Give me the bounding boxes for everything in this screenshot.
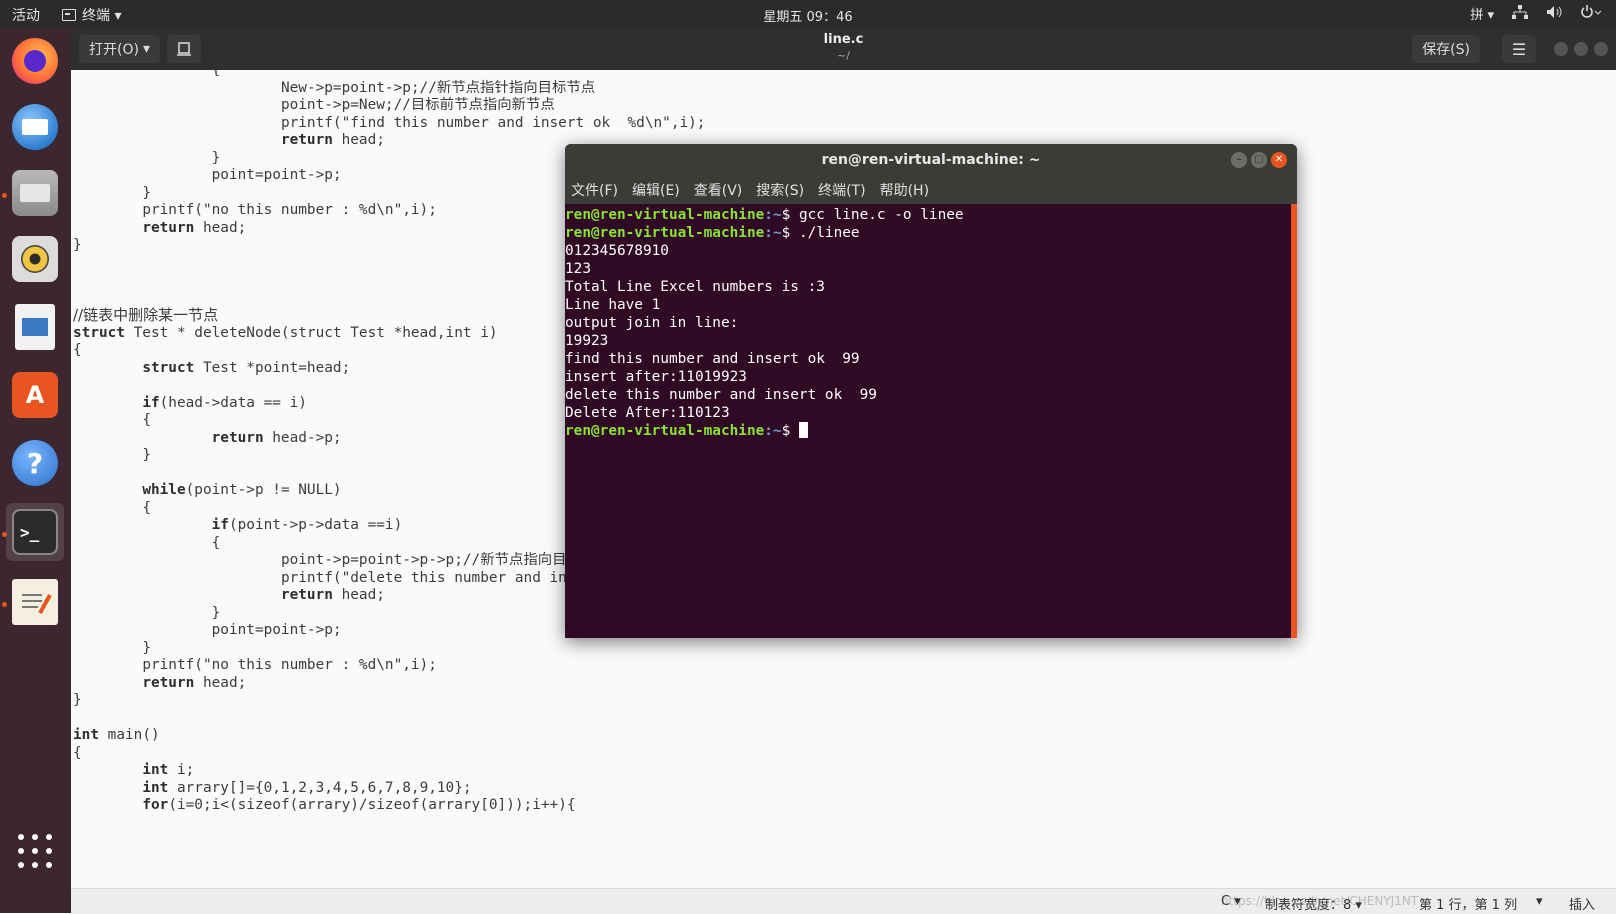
terminal-icon: >_: [12, 509, 58, 555]
terminal-menu-item[interactable]: 查看(V): [694, 180, 743, 200]
terminal-prompt-line: ren@ren-virtual-machine:~$: [565, 422, 1291, 440]
terminal-prompt-line: ren@ren-virtual-machine:~$ ./linee: [565, 225, 860, 241]
terminal-output-line: Delete After:110123: [565, 405, 730, 421]
minimize-button[interactable]: [1554, 42, 1568, 56]
code-line: printf("no this number : %d\n",i);: [142, 657, 437, 673]
dock-thunderbird[interactable]: [6, 98, 64, 156]
new-document-icon: [177, 42, 191, 56]
close-button[interactable]: [1594, 42, 1608, 56]
terminal-output-line: Total Line Excel numbers is :3: [565, 279, 825, 295]
terminal-output-line: 19923: [565, 333, 609, 349]
close-icon[interactable]: ✕: [1271, 152, 1287, 168]
insert-mode: 插入: [1569, 898, 1596, 913]
dock-help[interactable]: ?: [6, 434, 64, 492]
text-editor-icon: [12, 579, 58, 625]
terminal-menu-item[interactable]: 终端(T): [818, 180, 865, 200]
terminal-output-line: 123: [565, 261, 591, 277]
code-line: for(i=0;i<(sizeof(arrary)/sizeof(arrary[…: [142, 797, 576, 813]
terminal-output-line: insert after:11019923: [565, 369, 747, 385]
open-button[interactable]: 打开(O) ▾: [79, 35, 160, 63]
terminal-output-line: output join in line:: [565, 315, 739, 331]
terminal-prompt-line: ren@ren-virtual-machine:~$ gcc line.c -o…: [565, 207, 964, 223]
hamburger-icon: ☰: [1511, 39, 1527, 59]
dock: A ? >_: [0, 28, 71, 913]
code-line: int arrary[]={0,1,2,3,4,5,6,7,8,9,10};: [142, 779, 472, 796]
language-selector[interactable]: C ▾: [1221, 894, 1241, 909]
tab-width-selector[interactable]: 制表符宽度：8 ▾: [1265, 894, 1362, 913]
software-center-icon: A: [12, 372, 58, 418]
activities-button[interactable]: 活动: [12, 5, 40, 25]
terminal-menu-item[interactable]: 文件(F): [571, 180, 618, 200]
terminal-cursor: [798, 422, 808, 438]
hamburger-menu-button[interactable]: ☰: [1502, 35, 1536, 63]
dock-terminal[interactable]: >_: [6, 503, 64, 561]
maximize-button[interactable]: [1574, 42, 1588, 56]
clock[interactable]: 星期五 09：46: [763, 10, 852, 25]
top-bar: 活动 终端 ▾ 星期五 09：46 拼 ▾: [0, 0, 1616, 28]
dock-text-editor[interactable]: [6, 573, 64, 631]
code-line: }: [142, 639, 151, 656]
dock-files[interactable]: [6, 164, 64, 222]
status-bar: https://blog.csdn.net/CHENYJ1NT C ▾ 制表符宽…: [71, 888, 1616, 914]
system-tray: 拼 ▾: [1470, 4, 1602, 23]
editor-headerbar: 打开(O) ▾ line.c ~/ 保存(S) ☰: [71, 28, 1616, 70]
terminal-output-line: 012345678910: [565, 243, 669, 259]
terminal-menu-item[interactable]: 编辑(E): [632, 180, 680, 200]
code-line: printf("find this number and insert ok %…: [280, 114, 706, 131]
code-line: return head;: [142, 674, 247, 691]
files-icon: [12, 170, 58, 216]
terminal-menu-item[interactable]: 帮助(H): [880, 180, 929, 200]
terminal-small-icon: [62, 9, 76, 21]
input-method-indicator[interactable]: 拼 ▾: [1470, 4, 1494, 23]
code-line: int main(): [73, 727, 160, 743]
dock-rhythmbox[interactable]: [6, 230, 64, 288]
terminal-output[interactable]: ren@ren-virtual-machine:~$ gcc line.c -o…: [565, 204, 1297, 638]
app-menu-label: 终端 ▾: [82, 8, 122, 24]
document-name: line.c: [823, 32, 864, 47]
terminal-title: ren@ren-virtual-machine: ~: [821, 152, 1041, 168]
code-line: int i;: [142, 762, 195, 778]
terminal-output-line: Line have 1: [565, 297, 661, 313]
terminal-menubar: 文件(F) 编辑(E) 查看(V) 搜索(S) 终端(T) 帮助(H): [565, 176, 1297, 204]
save-button-label: 保存(S): [1422, 42, 1470, 58]
terminal-output-line: find this number and insert ok 99: [565, 351, 860, 367]
code-line: New->p=point->p;//新节点指针指向目标节点: [280, 79, 596, 96]
firefox-icon: [12, 38, 58, 84]
terminal-titlebar[interactable]: ren@ren-virtual-machine: ~ – □ ✕: [565, 144, 1297, 176]
rhythmbox-icon: [12, 236, 58, 282]
show-applications-icon[interactable]: [18, 834, 54, 870]
dock-writer[interactable]: [6, 298, 64, 356]
code-line: point->p=New;//目标前节点指向新节点: [280, 97, 555, 113]
save-button[interactable]: 保存(S): [1412, 35, 1480, 63]
network-icon[interactable]: [1512, 4, 1528, 23]
help-icon: ?: [12, 440, 58, 486]
app-menu[interactable]: 终端 ▾: [62, 5, 121, 25]
dock-firefox[interactable]: [6, 32, 64, 90]
document-title: line.c ~/: [71, 32, 1616, 64]
code-line: {: [73, 744, 82, 761]
terminal-text[interactable]: ren@ren-virtual-machine:~$ gcc line.c -o…: [565, 204, 1291, 440]
thunderbird-icon: [12, 104, 58, 150]
volume-icon[interactable]: [1546, 5, 1562, 23]
open-button-label: 打开(O): [89, 42, 139, 58]
power-icon[interactable]: [1580, 4, 1602, 23]
terminal-menu-item[interactable]: 搜索(S): [756, 180, 804, 200]
terminal-window[interactable]: ren@ren-virtual-machine: ~ – □ ✕ 文件(F) 编辑…: [565, 144, 1297, 638]
terminal-output-line: delete this number and insert ok 99: [565, 387, 877, 403]
code-line: {: [211, 70, 221, 78]
minimize-icon[interactable]: –: [1231, 152, 1247, 168]
maximize-icon[interactable]: □: [1251, 152, 1267, 168]
dock-software[interactable]: A: [6, 366, 64, 424]
code-line: }: [73, 692, 82, 708]
document-icon: [15, 304, 55, 350]
chevron-down-icon: ▾: [142, 41, 150, 57]
new-document-button[interactable]: [167, 35, 201, 63]
document-path: ~/: [837, 49, 850, 62]
cursor-position[interactable]: 第 1 行，第 1 列: [1419, 894, 1517, 913]
chevron-down-icon[interactable]: ▾: [1536, 894, 1543, 909]
